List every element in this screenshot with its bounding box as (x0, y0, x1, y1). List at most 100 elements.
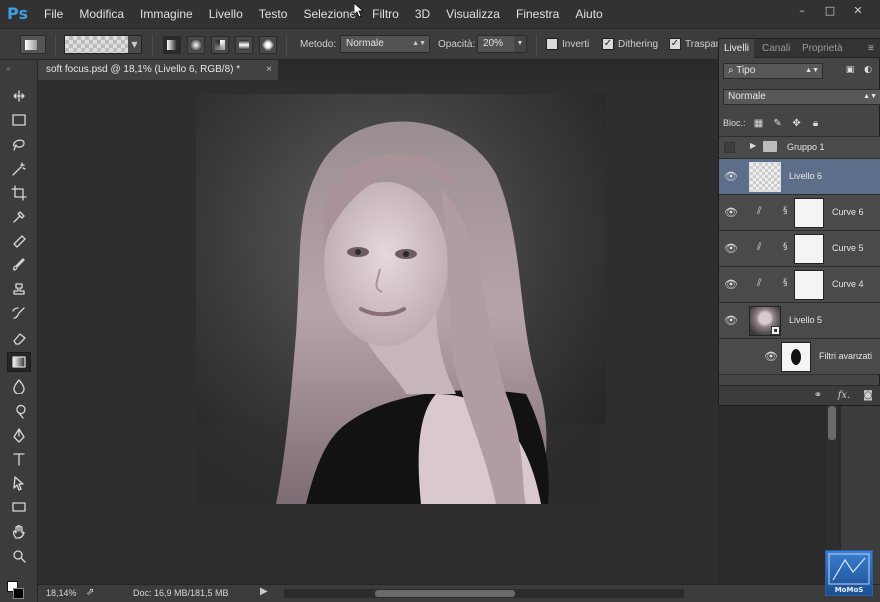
visibility-toggle[interactable] (724, 142, 735, 153)
layer-row-livello-6[interactable]: 👁︎ Livello 6 (719, 159, 880, 195)
adjustment-filter-icon[interactable]: ◐ (861, 63, 875, 77)
layer-row-curve-4[interactable]: 👁︎ ⫽ § Curve 4 (719, 267, 880, 303)
layer-filter-select[interactable]: ⌕ Tipo ▲▼ (723, 63, 823, 79)
link-layers-icon[interactable]: ⚭ (811, 389, 825, 403)
export-icon[interactable]: ⇗ (86, 587, 100, 599)
lock-transparency-icon[interactable]: ▦ (753, 117, 765, 129)
dithering-checkbox[interactable]: ✓ (602, 38, 614, 50)
fx-icon[interactable]: fx. (835, 389, 853, 403)
eye-icon[interactable]: 👁︎ (724, 242, 740, 255)
vertical-scrollbar-thumb[interactable] (828, 406, 836, 440)
menu-items: File Modifica Immagine Livello Testo Selezion… (31, 7, 611, 21)
panel-grip-icon[interactable]: » (6, 64, 12, 73)
blend-mode-select[interactable]: Normale ▲▼ (340, 35, 430, 53)
lock-row: Bloc.: ▦ ✎ ✥ 🔒︎ (723, 115, 822, 131)
opacity-field[interactable]: 20% ▼ (477, 35, 527, 53)
lock-pixels-icon[interactable]: ✎ (772, 117, 784, 129)
brush-tool-icon[interactable] (7, 255, 31, 275)
dodge-tool-icon[interactable] (7, 401, 31, 421)
tab-livelli[interactable]: Livelli (719, 39, 755, 58)
horizontal-scrollbar-thumb[interactable] (375, 590, 515, 597)
eraser-tool-icon[interactable] (7, 328, 31, 348)
pen-tool-icon[interactable] (7, 425, 31, 445)
eye-icon[interactable]: 👁︎ (724, 170, 740, 183)
layer-row-filtri-avanzati[interactable]: 👁︎ Filtri avanzati (719, 339, 880, 375)
zoom-tool-icon[interactable] (7, 546, 31, 566)
search-icon: ⌕ (728, 65, 737, 76)
link-icon[interactable]: § (783, 242, 791, 256)
reflected-gradient-button[interactable] (235, 36, 253, 54)
close-button[interactable]: ✕ (844, 2, 872, 18)
crop-tool-icon[interactable] (7, 183, 31, 203)
eye-icon[interactable]: 👁︎ (724, 278, 740, 291)
menu-item-testo[interactable]: Testo (251, 7, 296, 21)
eye-icon[interactable]: 👁︎ (764, 350, 780, 363)
background-color-swatch[interactable] (13, 588, 24, 599)
horizontal-scrollbar[interactable] (284, 589, 684, 598)
menu-item-aiuto[interactable]: Aiuto (567, 7, 610, 21)
transparency-checkbox[interactable]: ✓ (669, 38, 681, 50)
marquee-tool-icon[interactable] (7, 110, 31, 130)
gradient-tool-icon[interactable] (7, 352, 31, 373)
hand-tool-icon[interactable] (7, 522, 31, 542)
menu-item-immagine[interactable]: Immagine (132, 7, 201, 21)
link-icon[interactable]: § (783, 278, 791, 292)
gradient-picker[interactable]: ▼ (64, 35, 142, 54)
chevron-down-icon[interactable]: ▼ (514, 36, 526, 52)
menu-item-visualizza[interactable]: Visualizza (438, 7, 508, 21)
tab-proprieta[interactable]: Proprietà (797, 39, 848, 58)
clone-stamp-tool-icon[interactable] (7, 280, 31, 300)
layer-row-curve-6[interactable]: 👁︎ ⫽ § Curve 6 (719, 195, 880, 231)
color-swatches[interactable] (5, 579, 33, 601)
menu-item-3d[interactable]: 3D (407, 7, 438, 21)
panel-menu-icon[interactable]: ≡ (863, 39, 879, 58)
status-menu-arrow-icon[interactable]: ▶ (260, 586, 268, 597)
layer-blend-mode-select[interactable]: Normale ▲▼ (723, 89, 880, 105)
healing-brush-tool-icon[interactable] (7, 231, 31, 251)
angle-gradient-button[interactable] (211, 36, 229, 54)
lock-all-icon[interactable]: 🔒︎ (810, 117, 822, 129)
layer-row-livello-5[interactable]: 👁︎ ▪ Livello 5 (719, 303, 880, 339)
menu-item-finestra[interactable]: Finestra (508, 7, 567, 21)
layer-row-gruppo-1[interactable]: ▶ Gruppo 1 (719, 137, 880, 159)
type-tool-icon[interactable] (7, 449, 31, 469)
zoom-level-field[interactable]: 18,14% (46, 588, 77, 598)
eye-icon[interactable]: 👁︎ (724, 206, 740, 219)
menu-item-livello[interactable]: Livello (201, 7, 251, 21)
radial-gradient-button[interactable] (187, 36, 205, 54)
menu-item-modifica[interactable]: Modifica (71, 7, 132, 21)
lock-position-icon[interactable]: ✥ (791, 117, 803, 129)
history-brush-tool-icon[interactable] (7, 304, 31, 324)
tab-canali[interactable]: Canali (757, 39, 795, 58)
tool-preset-picker[interactable] (20, 35, 46, 54)
expand-arrow-icon[interactable]: ▶ (750, 141, 756, 150)
inverti-checkbox[interactable] (546, 38, 558, 50)
transparency-label: Traspar (685, 39, 720, 50)
layer-thumbnail: ▪ (749, 306, 781, 336)
canvas-workspace[interactable] (38, 80, 718, 584)
menu-item-file[interactable]: File (36, 7, 71, 21)
close-icon[interactable]: × (266, 60, 272, 80)
shape-tool-icon[interactable] (7, 497, 31, 517)
move-tool-icon[interactable] (7, 86, 31, 106)
document-canvas[interactable] (196, 94, 606, 504)
lasso-tool-icon[interactable] (7, 134, 31, 154)
diamond-gradient-button[interactable] (259, 36, 277, 54)
eye-icon[interactable]: 👁︎ (724, 314, 740, 327)
menu-item-filtro[interactable]: Filtro (364, 7, 407, 21)
eyedropper-tool-icon[interactable] (7, 207, 31, 227)
magic-wand-tool-icon[interactable] (7, 159, 31, 179)
path-selection-tool-icon[interactable] (7, 473, 31, 493)
image-filter-icon[interactable]: ▣ (843, 63, 857, 77)
layer-row-curve-5[interactable]: 👁︎ ⫽ § Curve 5 (719, 231, 880, 267)
blur-tool-icon[interactable] (7, 376, 31, 396)
maximize-button[interactable]: □ (816, 2, 844, 18)
link-icon[interactable]: § (783, 206, 791, 220)
minimize-button[interactable]: – (788, 2, 816, 18)
layer-filter-value: Tipo (736, 65, 756, 76)
mask-shape (791, 349, 801, 365)
linear-gradient-button[interactable] (163, 36, 181, 54)
layers-panel-footer: ⚭ fx. ◙ (719, 385, 880, 405)
document-tab[interactable]: soft focus.psd @ 18,1% (Livello 6, RGB/8… (38, 60, 278, 80)
add-mask-icon[interactable]: ◙ (861, 389, 875, 403)
